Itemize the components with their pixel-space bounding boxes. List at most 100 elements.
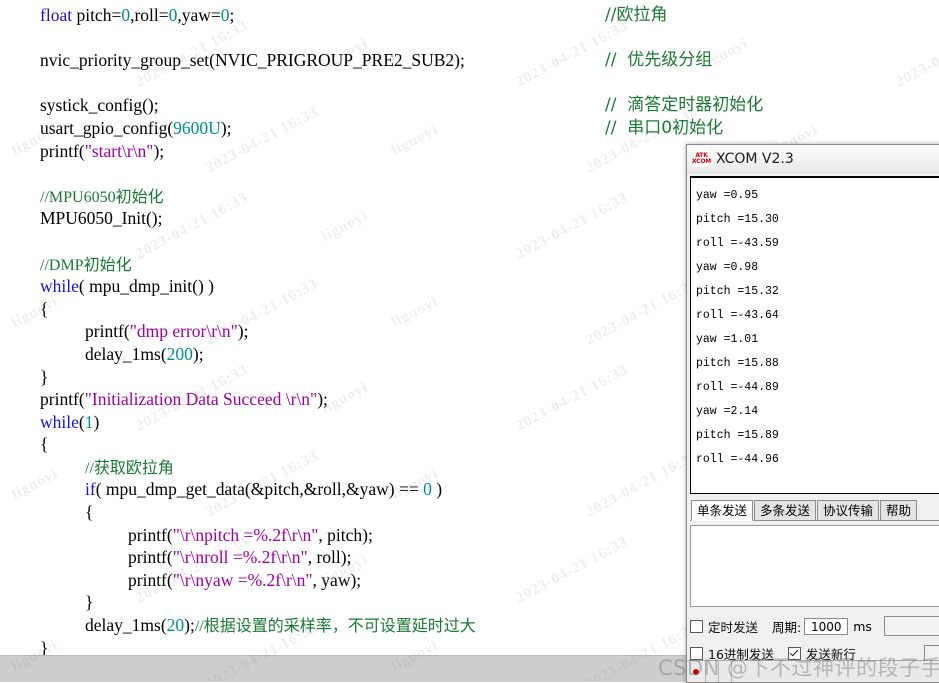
period-label: 周期: (772, 619, 802, 635)
period-input[interactable]: 1000 (804, 617, 849, 635)
tab-1[interactable]: 多条发送 (754, 500, 817, 520)
code-token: 200 (166, 343, 193, 364)
side-comment: // 优先级分组 (605, 50, 713, 71)
code-line: //MPU6050初始化 (0, 185, 476, 208)
code-token: } (85, 592, 94, 613)
code-lines: float pitch=0,roll=0,yaw=0; nvic_priorit… (0, 4, 476, 682)
code-token: usart_gpio_config( (40, 117, 174, 138)
serial-receive-output[interactable]: yaw =0.95 pitch =15.30 roll =-43.59 yaw =0.… (690, 176, 939, 494)
code-token: //MPU6050初始化 (40, 188, 164, 206)
code-token: , roll); (307, 547, 352, 568)
code-line: } (0, 366, 476, 389)
code-token: ,roll= (130, 5, 169, 25)
code-token: pitch= (76, 5, 122, 25)
side-comment (605, 72, 763, 95)
tab-0[interactable]: 单条发送 (691, 500, 754, 521)
terminal-line: yaw =0.95 (696, 189, 759, 202)
code-token: ( mpu_dmp_init() ) (78, 276, 215, 297)
code-token: "start\r\n" (84, 140, 154, 161)
xcom-titlebar[interactable]: ATK XCOM XCOM V2.3 (687, 145, 939, 173)
xcom-body: yaw =0.95 pitch =15.30 roll =-43.59 yaw =0.… (687, 173, 939, 682)
code-line: { (0, 298, 476, 321)
xcom-tab-bar[interactable]: 单条发送 多条发送 协议传输 帮助 (690, 499, 939, 521)
code-line: { (0, 501, 476, 524)
code-token: ) (431, 479, 443, 500)
code-token: while (40, 411, 79, 432)
code-token: systick_config(); (40, 95, 159, 116)
code-line: printf("dmp error\r\n"); (0, 320, 476, 343)
xcom-window-title: XCOM V2.3 (716, 150, 794, 167)
code-token: //获取欧拉角 (85, 459, 174, 477)
code-line: printf("start\r\n"); (0, 140, 476, 163)
terminal-line: pitch =15.32 (696, 285, 779, 298)
code-token: "\r\nyaw =%.2f\r\n" (172, 569, 313, 590)
code-line: systick_config(); (0, 94, 476, 117)
code-token: } (40, 366, 49, 387)
code-line: { (0, 433, 476, 456)
code-token: ); (153, 140, 165, 161)
code-token: ); (184, 615, 195, 636)
code-token: ,yaw= (177, 5, 221, 25)
options-row-timed: 定时发送 周期: 1000 ms (690, 616, 939, 636)
code-token: ); (220, 117, 232, 138)
code-token: float (40, 5, 77, 25)
side-comment: // 滴答定时器初始化 (605, 95, 764, 116)
code-token: printf( (128, 547, 173, 568)
code-token: printf( (128, 524, 173, 545)
timed-send-label: 定时发送 (708, 619, 759, 635)
side-comment (605, 27, 763, 50)
code-token: ( mpu_dmp_get_data(&pitch,&roll,&yaw) == (95, 479, 424, 500)
code-line: if( mpu_dmp_get_data(&pitch,&roll,&yaw) … (0, 478, 476, 501)
code-token: ); (237, 321, 249, 342)
code-line: printf("\r\nroll =%.2f\r\n", roll); (0, 546, 476, 569)
code-token: "\r\nroll =%.2f\r\n" (172, 547, 308, 568)
code-line: MPU6050_Init(); (0, 207, 476, 230)
code-token: "dmp error\r\n" (129, 321, 238, 342)
code-token: "Initialization Data Succeed \r\n" (84, 389, 318, 410)
code-token: 20 (166, 615, 185, 636)
terminal-line: roll =-44.89 (696, 381, 779, 394)
terminal-line: roll =-44.96 (696, 453, 779, 466)
code-token: ); (192, 343, 204, 364)
code-line: float pitch=0,roll=0,yaw=0; (0, 4, 476, 27)
tab-3[interactable]: 帮助 (880, 500, 918, 520)
code-token: printf( (128, 569, 173, 590)
xcom-window[interactable]: ATK XCOM XCOM V2.3 yaw =0.95 pitch =15.30… (686, 144, 939, 683)
logo-line-2: XCOM (691, 157, 712, 165)
code-token: printf( (40, 140, 85, 161)
code-token: ; (229, 5, 235, 25)
code-token: ); (317, 389, 328, 410)
code-token: //根据设置的采样率，不可设置延时过大 (194, 618, 476, 636)
timed-send-checkbox[interactable] (690, 619, 703, 633)
code-token: { (40, 434, 49, 455)
code-line: printf("\r\nyaw =%.2f\r\n", yaw); (0, 569, 476, 592)
code-token: printf( (85, 321, 130, 342)
code-line: //DMP初始化 (0, 253, 476, 276)
code-line: printf("Initialization Data Succeed \r\n… (0, 388, 476, 411)
code-line: while(1) (0, 411, 476, 434)
code-line: usart_gpio_config(9600U); (0, 117, 476, 140)
code-line: while( mpu_dmp_init() ) (0, 275, 476, 298)
terminal-line: yaw =2.14 (696, 405, 759, 418)
terminal-line: pitch =15.30 (696, 213, 779, 226)
send-textarea[interactable] (690, 525, 939, 607)
send-button[interactable] (883, 616, 939, 636)
code-token: 0 (423, 479, 432, 500)
code-token: //DMP初始化 (40, 256, 132, 274)
code-token: MPU6050_Init(); (40, 208, 163, 229)
code-token: "\r\npitch =%.2f\r\n" (172, 524, 319, 545)
side-comment: //欧拉角 (605, 5, 668, 25)
code-line: delay_1ms(200); (0, 343, 476, 366)
code-token: if (85, 479, 96, 500)
terminal-line: yaw =0.98 (696, 261, 759, 274)
code-token: 0 (220, 5, 230, 25)
tab-2[interactable]: 协议传输 (817, 500, 880, 520)
terminal-line: pitch =15.88 (696, 357, 779, 370)
code-token: while (40, 276, 79, 297)
code-line: } (0, 591, 476, 614)
code-token: 9600U (173, 117, 221, 138)
